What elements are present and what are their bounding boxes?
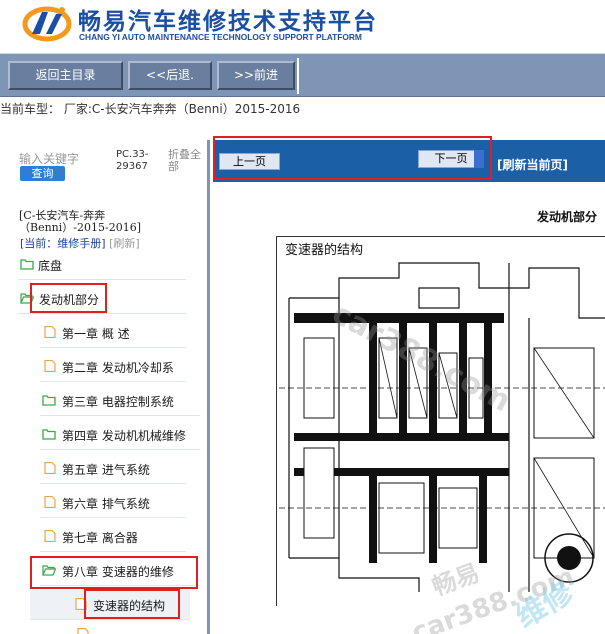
tree-item-ch3[interactable]: 第三章 电器控制系统 bbox=[40, 386, 200, 416]
tree-item-label: 第七章 离合器 bbox=[62, 531, 138, 545]
tree-item-label: 变速器的结构 bbox=[93, 599, 166, 613]
folder-open-green-icon bbox=[42, 565, 56, 576]
tree-item-label: 第四章 发动机机械维修 bbox=[62, 429, 186, 443]
collapse-all-link[interactable]: 折叠全部 bbox=[168, 149, 208, 173]
tree-item-ch4[interactable]: 第四章 发动机机械维修 bbox=[40, 420, 200, 450]
tree-item-ch7[interactable]: 第七章 离合器 bbox=[40, 522, 186, 552]
tree-item-ch2[interactable]: 第二章 发动机冷却系 bbox=[40, 352, 186, 382]
tree-item-label: 第二章 发动机冷却系 bbox=[62, 361, 174, 375]
home-button[interactable]: 返回主目录 bbox=[8, 61, 123, 90]
tree-item-engine[interactable]: 发动机部分 bbox=[18, 284, 186, 314]
page-icon bbox=[77, 628, 89, 634]
folder-green-icon bbox=[42, 429, 56, 440]
tree-item-ch8[interactable]: 第八章 变速器的维修 bbox=[40, 556, 200, 586]
tree-item-label: 底盘 bbox=[38, 259, 63, 273]
page-icon bbox=[75, 598, 87, 610]
tree-item-label: 第三章 电器控制系统 bbox=[62, 395, 174, 409]
left-panel: 输入关键字 查询 PC.33-29367 折叠全部 [C-长安汽车-奔奔（Ben… bbox=[0, 140, 210, 634]
header: 畅易汽车维修技术支持平台 CHANG YI AUTO MAINTENANCE T… bbox=[0, 0, 605, 52]
tree-item-label: 发动机部分 bbox=[39, 293, 100, 307]
tree-refresh-link[interactable]: [刷新] bbox=[109, 237, 140, 250]
current-manual-link[interactable]: [当前：维修手册] bbox=[20, 237, 106, 250]
section-heading: 发动机部分 bbox=[537, 210, 598, 224]
search-button[interactable]: 查询 bbox=[20, 166, 65, 181]
site-title: 畅易汽车维修技术支持平台 bbox=[78, 9, 378, 35]
tree-item-label: 第六章 排气系统 bbox=[62, 497, 150, 511]
app-window: 畅易汽车维修技术支持平台 CHANG YI AUTO MAINTENANCE T… bbox=[0, 0, 605, 634]
page-icon bbox=[44, 462, 56, 474]
tree-item-ch5[interactable]: 第五章 进气系统 bbox=[40, 454, 186, 484]
tree-item-label: 第八章 变速器的维修 bbox=[62, 565, 174, 579]
tree-item-ch6[interactable]: 第六章 排气系统 bbox=[40, 488, 186, 518]
next-page-label: 下一页 bbox=[434, 152, 468, 165]
prev-page-label: 上一页 bbox=[233, 155, 266, 168]
transmission-diagram bbox=[279, 262, 605, 592]
next-page-button[interactable]: 下一页 bbox=[418, 150, 484, 168]
tree-item-label: 第一章 概 述 bbox=[62, 327, 130, 341]
tree-item-partial bbox=[76, 628, 196, 634]
manual-path: [C-长安汽车-奔奔（Benni）-2015-2016] bbox=[19, 209, 141, 234]
content-panel: 上一页 下一页 [刷新当前页] 发动机部分 变速器的结构 car388.com … bbox=[213, 136, 605, 634]
page-title: 变速器的结构 bbox=[285, 243, 364, 258]
prev-page-button[interactable]: 上一页 bbox=[219, 153, 280, 170]
page-icon bbox=[44, 360, 56, 372]
page-nav-bar: 上一页 下一页 [刷新当前页] bbox=[213, 140, 605, 182]
pc-code: PC.33-29367 bbox=[116, 149, 149, 172]
folder-open-green-icon bbox=[20, 293, 34, 304]
tree-item-chassis[interactable]: 底盘 bbox=[18, 250, 186, 280]
back-button[interactable]: <<后退. bbox=[128, 61, 212, 90]
refresh-page-link[interactable]: [刷新当前页] bbox=[497, 156, 568, 173]
search-input[interactable]: 输入关键字 bbox=[19, 150, 79, 167]
current-vehicle: 当前车型： 厂家:C-长安汽车奔奔（Benni）2015-2016 bbox=[0, 102, 301, 116]
site-subtitle: CHANG YI AUTO MAINTENANCE TECHNOLOGY SUP… bbox=[79, 32, 362, 42]
logo-icon bbox=[22, 6, 72, 42]
tree-item-label: 第五章 进气系统 bbox=[62, 463, 150, 477]
current-manual: [当前：维修手册] [刷新] bbox=[20, 235, 140, 251]
tree-item-ch1[interactable]: 第一章 概 述 bbox=[40, 318, 186, 348]
forward-button[interactable]: >>前进 bbox=[217, 61, 295, 90]
tree-item-gearbox-structure[interactable]: 变速器的结构 bbox=[30, 590, 190, 620]
folder-green-icon bbox=[42, 395, 56, 406]
folder-green-icon bbox=[20, 259, 34, 270]
page-icon bbox=[44, 326, 56, 338]
page-icon bbox=[44, 530, 56, 542]
page-icon bbox=[44, 496, 56, 508]
toolbar-divider bbox=[297, 58, 299, 94]
toolbar: 返回主目录 <<后退. >>前进 bbox=[0, 53, 605, 97]
